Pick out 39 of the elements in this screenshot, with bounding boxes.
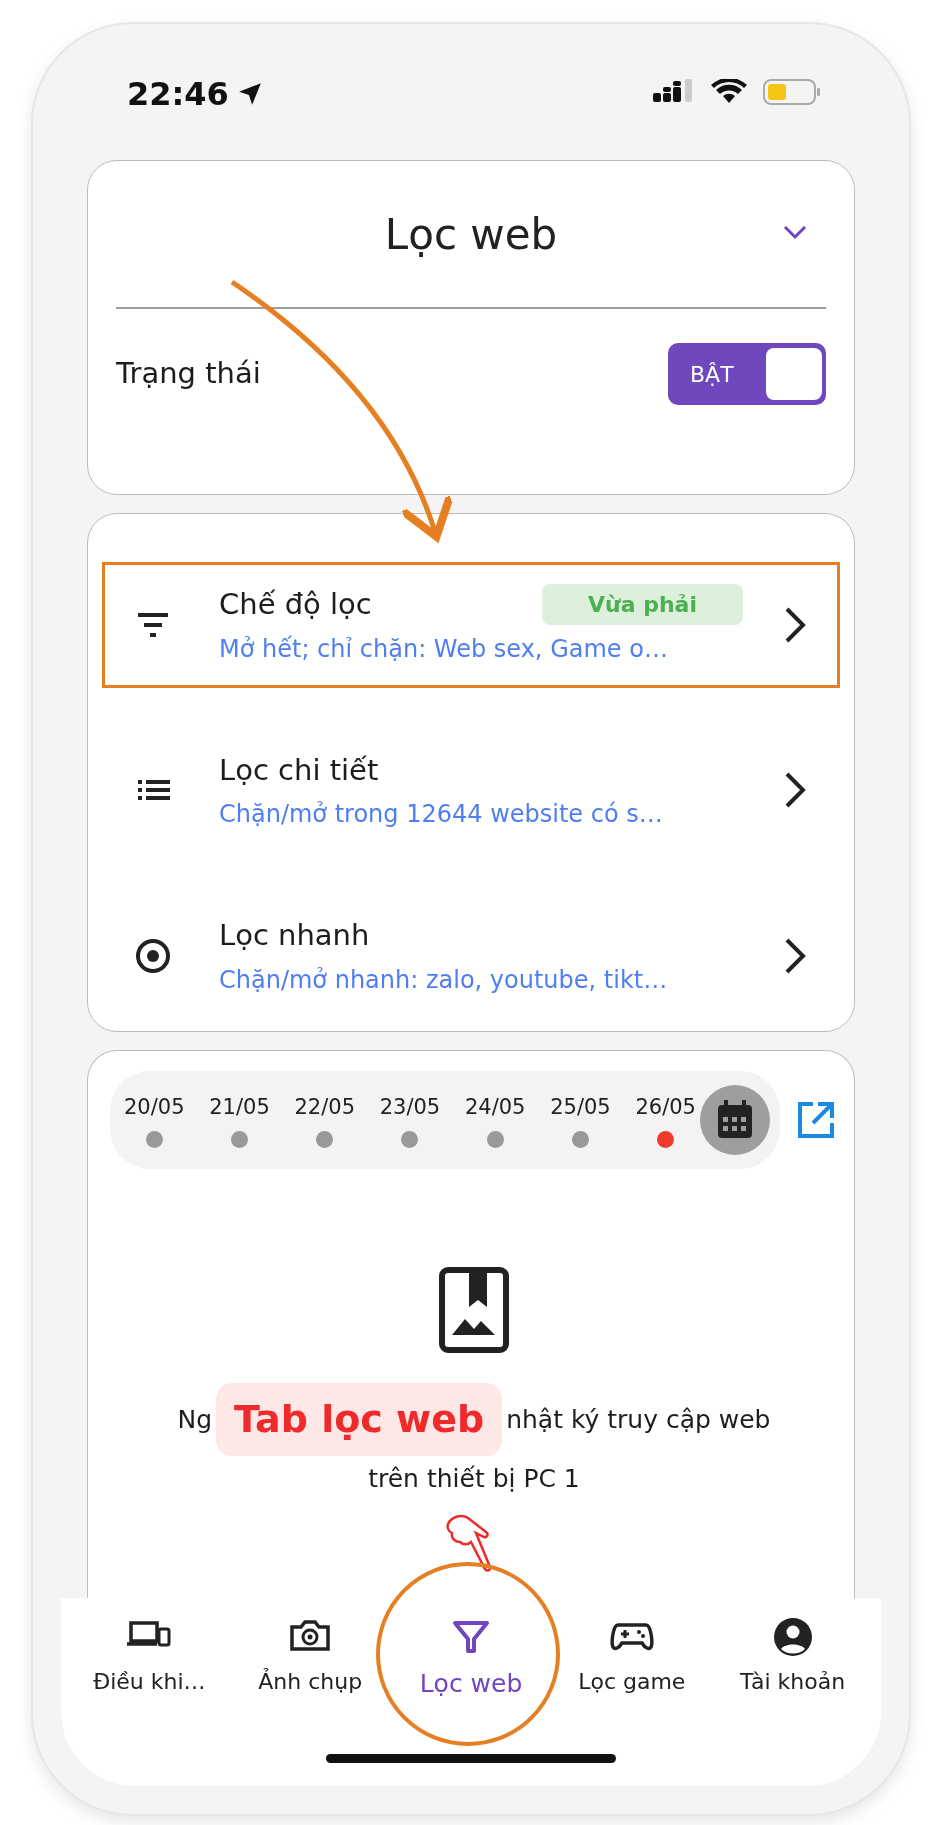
- item-subtitle: Chặn/mở nhanh: zalo, youtube, tikt…: [219, 965, 668, 994]
- status-label: Trạng thái: [116, 355, 261, 393]
- date-label[interactable]: 21/05: [209, 1091, 270, 1124]
- status-time: 22:46: [127, 74, 229, 115]
- date-label[interactable]: 22/05: [294, 1091, 355, 1124]
- calendar-icon: [715, 1099, 755, 1141]
- menu-item[interactable]: Chế độ lọc Vừa phải Mở hết; chỉ chặn: Web sex, Game o…: [102, 562, 840, 688]
- toggle-switch[interactable]: BẬT: [668, 343, 826, 405]
- item-title: Lọc nhanh: [219, 917, 370, 954]
- date-label[interactable]: 25/05: [550, 1091, 611, 1124]
- radio-icon: [135, 937, 171, 974]
- date-label[interactable]: 20/05: [124, 1091, 185, 1124]
- empty-message: nhật ký truy cập web: [506, 1403, 771, 1436]
- menu-item[interactable]: Lọc chi tiết Chặn/mở trong 12644 website có s…: [102, 727, 840, 853]
- calendar-button[interactable]: [700, 1085, 770, 1155]
- item-subtitle: Chặn/mở trong 12644 website có s…: [219, 800, 663, 828]
- nav-tab[interactable]: Tài khoản: [712, 1616, 873, 1748]
- empty-message: Ng: [177, 1403, 213, 1436]
- nav-tab[interactable]: Lọc game: [551, 1616, 713, 1748]
- signal-icon: [653, 79, 695, 105]
- photo-album-icon: [439, 1267, 509, 1353]
- item-subtitle: Mở hết; chỉ chặn: Web sex, Game o…: [219, 634, 668, 663]
- menu-item[interactable]: Lọc nhanh Chặn/mở nhanh: zalo, youtube, tikt…: [102, 893, 840, 1019]
- empty-message: trên thiết bị PC 1: [368, 1463, 580, 1495]
- nav-tab[interactable]: Điều khi…: [69, 1616, 230, 1748]
- wifi-icon: [711, 79, 747, 105]
- external-link-icon[interactable]: [796, 1100, 836, 1140]
- date-label[interactable]: 26/05: [635, 1091, 696, 1124]
- item-title: Chế độ lọc: [219, 586, 372, 623]
- callout-label: Tab lọc web: [216, 1383, 503, 1456]
- nav-tab[interactable]: Ảnh chụp: [229, 1616, 391, 1748]
- item-title: Lọc chi tiết: [219, 751, 379, 789]
- date-label[interactable]: 24/05: [464, 1091, 526, 1124]
- level-badge: Vừa phải: [542, 584, 743, 626]
- date-label[interactable]: 23/05: [379, 1091, 441, 1124]
- chevron-down-icon[interactable]: [782, 223, 808, 241]
- nav-tab[interactable]: Lọc web: [390, 1616, 552, 1748]
- card-title: Lọc web: [384, 208, 558, 261]
- battery-icon: [763, 78, 821, 106]
